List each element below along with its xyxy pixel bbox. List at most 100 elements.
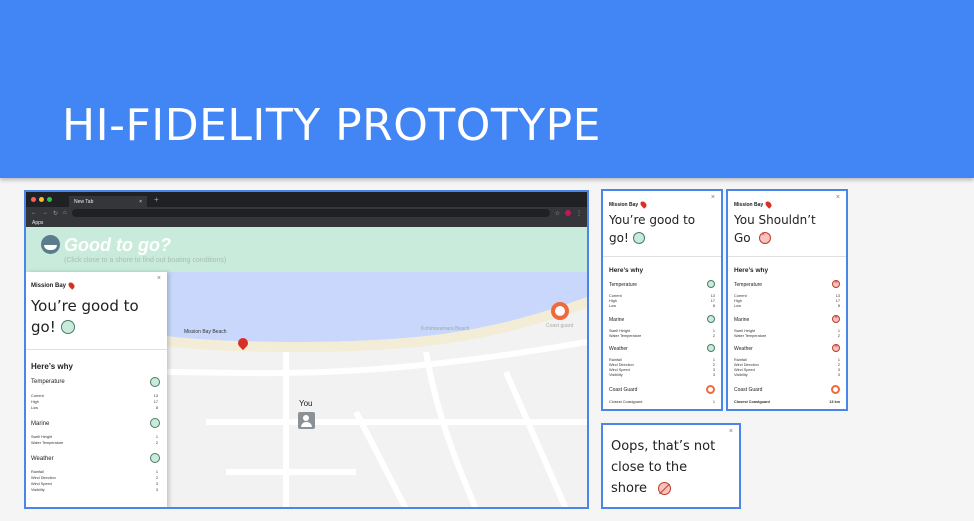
map-label-kohimaramara-beach: Kohimaramara Beach (421, 326, 470, 332)
weather-status-icon (832, 344, 840, 352)
card-marine: Marine (609, 317, 625, 323)
card-headline-2: Go (734, 231, 751, 245)
app-header: Good to go? (Click close to a shore to f… (26, 227, 587, 272)
divider (26, 349, 167, 350)
card-heres-why: Here’s why (609, 267, 644, 274)
list-item: Wind Speed 3 (31, 482, 158, 486)
card-weather: Weather (609, 346, 628, 352)
maximize-window-icon[interactable] (47, 197, 52, 202)
list-item: High 17 (734, 299, 840, 303)
marine-status-icon (150, 418, 160, 428)
location-pin-icon (67, 281, 76, 290)
list-item: Swell Height 1 (734, 329, 840, 333)
conditions-panel: × Mission Bay You’re good to go! Here’s … (26, 272, 167, 507)
card-temperature: Temperature (609, 282, 638, 288)
list-item: Low 8 (609, 304, 715, 308)
temperature-status-icon (707, 280, 715, 288)
divider (728, 256, 846, 257)
divider (603, 256, 721, 257)
list-item: Wind Speed 3 (609, 368, 715, 372)
card-headline-1: You Shouldn’t (734, 213, 816, 227)
banner-title: HI-FIDELITY PROTOTYPE (62, 100, 601, 151)
card-location: Mission Bay (609, 200, 648, 209)
menu-icon[interactable]: ⋮ (576, 210, 582, 217)
card-location: Mission Bay (734, 200, 773, 209)
panel-headline-2: go! (31, 318, 56, 336)
list-item: Swell Height 1 (609, 329, 715, 333)
forward-icon[interactable]: → (42, 210, 48, 216)
you-label: You (299, 399, 313, 408)
oops-line-2: close to the (611, 460, 688, 475)
list-item: Rainfall 1 (734, 358, 840, 362)
browser-tabbar: New Tab × + (26, 192, 587, 207)
card-marine: Marine (734, 317, 750, 323)
browser-tab[interactable]: New Tab × (69, 196, 147, 207)
address-bar[interactable] (71, 209, 550, 217)
panel-temperature: Temperature (31, 379, 65, 385)
card-good-to-go: × Mission Bay You’re good to go! Here’s … (601, 189, 723, 411)
close-window-icon[interactable] (31, 197, 36, 202)
card-location-label: Mission Bay (609, 201, 639, 208)
card-oops: × Oops, that’s not close to the shore (601, 423, 741, 509)
list-item: Visibility 3 (609, 373, 715, 377)
list-item: Rainfall 1 (609, 358, 715, 362)
panel-close-icon[interactable]: × (157, 275, 161, 282)
list-item: Visibility 3 (31, 488, 158, 492)
list-item: Low 8 (734, 304, 840, 308)
tab-close-icon[interactable]: × (139, 199, 142, 205)
profile-icon[interactable] (565, 210, 571, 216)
list-item: Wind Direction 2 (734, 363, 840, 367)
home-icon[interactable]: ⌂ (63, 210, 67, 216)
card-close-icon[interactable]: × (711, 194, 715, 201)
browser-toolbar: ← → ↻ ⌂ ☆ ⋮ (26, 207, 587, 219)
card-close-icon[interactable]: × (729, 428, 733, 435)
app-title: Good to go? (64, 235, 171, 255)
card-shouldnt-go: × Mission Bay You Shouldn’t Go Here’s wh… (726, 189, 848, 411)
list-item: Water Temperature 2 (609, 334, 715, 338)
panel-location: Mission Bay (31, 281, 76, 290)
reload-icon[interactable]: ↻ (53, 210, 58, 217)
panel-weather: Weather (31, 456, 54, 462)
card-headline-1: You’re good to (609, 213, 696, 227)
minimize-window-icon[interactable] (39, 197, 44, 202)
temperature-status-icon (150, 377, 160, 387)
list-item: High 17 (609, 299, 715, 303)
new-tab-button[interactable]: + (154, 195, 159, 204)
card-location-label: Mission Bay (734, 201, 764, 208)
weather-status-icon (707, 344, 715, 352)
app-subtitle: (Click close to a shore to find out boat… (64, 257, 227, 264)
star-icon[interactable]: ☆ (555, 210, 560, 217)
card-temperature: Temperature (734, 282, 763, 288)
list-item: Closest Coastguard 13 km (734, 400, 840, 404)
bookmark-apps[interactable]: Apps (32, 220, 43, 226)
location-pin-icon (639, 200, 648, 209)
oops-line-3: shore (611, 481, 648, 496)
panel-marine: Marine (31, 421, 50, 427)
list-item: Water Temperature 2 (31, 441, 158, 445)
list-item: Current 13 (734, 294, 840, 298)
coast-guard-icon[interactable] (551, 302, 569, 320)
coast-guard-icon (706, 385, 715, 394)
list-item: Wind Direction 2 (609, 363, 715, 367)
map-label-coast-guard: Coast guard (546, 323, 574, 329)
list-item: Current 13 (31, 394, 158, 398)
back-icon[interactable]: ← (31, 210, 37, 216)
temperature-status-icon (832, 280, 840, 288)
coast-guard-icon (831, 385, 840, 394)
list-item: Swell Height 1 (31, 435, 158, 439)
list-item: Wind Speed 3 (734, 368, 840, 372)
card-coast-guard: Coast Guard (734, 387, 763, 393)
good-status-icon (633, 232, 645, 244)
location-pin-icon (764, 200, 773, 209)
marine-status-icon (707, 315, 715, 323)
panel-headline-1: You’re good to (31, 297, 139, 315)
card-weather: Weather (734, 346, 753, 352)
user-location-icon[interactable] (298, 412, 315, 429)
tab-label: New Tab (74, 199, 94, 205)
bad-status-icon (759, 232, 771, 244)
list-item: Wind Direction 2 (31, 476, 158, 480)
good-status-icon (61, 320, 75, 334)
list-item: Current 13 (609, 294, 715, 298)
list-item: Rainfall 1 (31, 470, 158, 474)
card-close-icon[interactable]: × (836, 194, 840, 201)
